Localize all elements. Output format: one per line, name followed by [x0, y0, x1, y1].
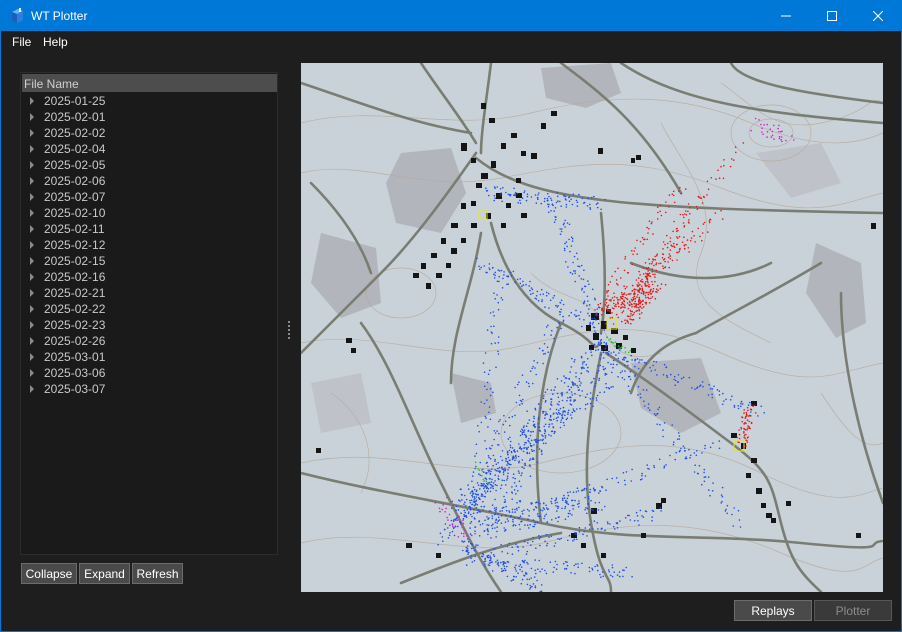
- maximize-icon: [827, 11, 837, 21]
- expand-arrow-icon[interactable]: [30, 289, 34, 297]
- maximize-button[interactable]: [809, 1, 855, 31]
- app-window: WT Plotter File Help File Name 2025-01-2…: [0, 0, 902, 632]
- expand-arrow-icon[interactable]: [30, 161, 34, 169]
- tree-item[interactable]: 2025-02-07: [21, 189, 277, 205]
- tree-item-label: 2025-02-22: [44, 302, 106, 316]
- expand-arrow-icon[interactable]: [30, 369, 34, 377]
- tree-item-label: 2025-02-26: [44, 334, 106, 348]
- file-name-column-header[interactable]: File Name: [22, 74, 277, 92]
- expand-arrow-icon[interactable]: [30, 337, 34, 345]
- replay-tracks: [434, 117, 795, 592]
- tree-item[interactable]: 2025-02-23: [21, 317, 277, 333]
- tree-item-label: 2025-02-12: [44, 238, 106, 252]
- expand-arrow-icon[interactable]: [30, 97, 34, 105]
- tree-item[interactable]: 2025-01-25: [21, 93, 277, 109]
- map-canvas: [301, 63, 883, 592]
- expand-arrow-icon[interactable]: [30, 257, 34, 265]
- expand-button[interactable]: Expand: [79, 563, 130, 584]
- expand-arrow-icon[interactable]: [30, 145, 34, 153]
- tree-item-label: 2025-03-01: [44, 350, 106, 364]
- file-tree[interactable]: File Name 2025-01-25 2025-02-01 2025-02-02…: [20, 72, 278, 555]
- expand-arrow-icon[interactable]: [30, 305, 34, 313]
- tree-item-label: 2025-02-11: [44, 222, 105, 236]
- tree-item-label: 2025-03-06: [44, 366, 106, 380]
- tree-item-label: 2025-02-21: [44, 286, 106, 300]
- tree-item-label: 2025-01-25: [44, 94, 106, 108]
- tree-item[interactable]: 2025-02-11: [21, 221, 277, 237]
- expand-arrow-icon[interactable]: [30, 273, 34, 281]
- splitter-handle[interactable]: [288, 321, 290, 339]
- tree-item[interactable]: 2025-02-02: [21, 125, 277, 141]
- expand-arrow-icon[interactable]: [30, 225, 34, 233]
- tree-item[interactable]: 2025-03-06: [21, 365, 277, 381]
- title-bar[interactable]: WT Plotter: [1, 1, 901, 31]
- tree-item[interactable]: 2025-02-22: [21, 301, 277, 317]
- tree-item[interactable]: 2025-03-01: [21, 349, 277, 365]
- tree-item[interactable]: 2025-03-07: [21, 381, 277, 397]
- tree-item-label: 2025-03-07: [44, 382, 106, 396]
- tree-item[interactable]: 2025-02-04: [21, 141, 277, 157]
- tree-item[interactable]: 2025-02-05: [21, 157, 277, 173]
- menu-bar: File Help: [1, 31, 901, 53]
- expand-arrow-icon[interactable]: [30, 353, 34, 361]
- tree-item-label: 2025-02-23: [44, 318, 106, 332]
- terrain-patches: [311, 63, 866, 433]
- minimize-icon: [781, 15, 791, 17]
- tree-item-label: 2025-02-04: [44, 142, 106, 156]
- tree-item-label: 2025-02-16: [44, 270, 106, 284]
- expand-arrow-icon[interactable]: [30, 209, 34, 217]
- replays-button[interactable]: Replays: [734, 600, 812, 621]
- close-button[interactable]: [855, 1, 901, 31]
- collapse-button[interactable]: Collapse: [21, 563, 77, 584]
- expand-arrow-icon[interactable]: [30, 113, 34, 121]
- close-icon: [873, 11, 883, 21]
- app-icon: [12, 8, 23, 23]
- expand-arrow-icon[interactable]: [30, 321, 34, 329]
- expand-arrow-icon[interactable]: [30, 193, 34, 201]
- tree-item[interactable]: 2025-02-21: [21, 285, 277, 301]
- tree-item-label: 2025-02-05: [44, 158, 106, 172]
- window-title: WT Plotter: [31, 9, 88, 23]
- tree-item[interactable]: 2025-02-12: [21, 237, 277, 253]
- tree-item[interactable]: 2025-02-15: [21, 253, 277, 269]
- tree-item[interactable]: 2025-02-06: [21, 173, 277, 189]
- minimize-button[interactable]: [763, 1, 809, 31]
- tree-item-label: 2025-02-07: [44, 190, 106, 204]
- refresh-button[interactable]: Refresh: [132, 563, 183, 584]
- menu-help[interactable]: Help: [43, 35, 68, 49]
- expand-arrow-icon[interactable]: [30, 385, 34, 393]
- tree-item-label: 2025-02-01: [44, 110, 106, 124]
- tree-item-label: 2025-02-15: [44, 254, 106, 268]
- tree-item[interactable]: 2025-02-26: [21, 333, 277, 349]
- tree-item-label: 2025-02-06: [44, 174, 106, 188]
- expand-arrow-icon[interactable]: [30, 177, 34, 185]
- expand-arrow-icon[interactable]: [30, 241, 34, 249]
- tree-item[interactable]: 2025-02-16: [21, 269, 277, 285]
- tree-item-label: 2025-02-02: [44, 126, 106, 140]
- tree-item-label: 2025-02-10: [44, 206, 106, 220]
- plotter-button[interactable]: Plotter: [814, 600, 892, 621]
- tree-item[interactable]: 2025-02-10: [21, 205, 277, 221]
- menu-file[interactable]: File: [12, 35, 31, 49]
- map-plot[interactable]: [301, 63, 883, 592]
- tree-item[interactable]: 2025-02-01: [21, 109, 277, 125]
- expand-arrow-icon[interactable]: [30, 129, 34, 137]
